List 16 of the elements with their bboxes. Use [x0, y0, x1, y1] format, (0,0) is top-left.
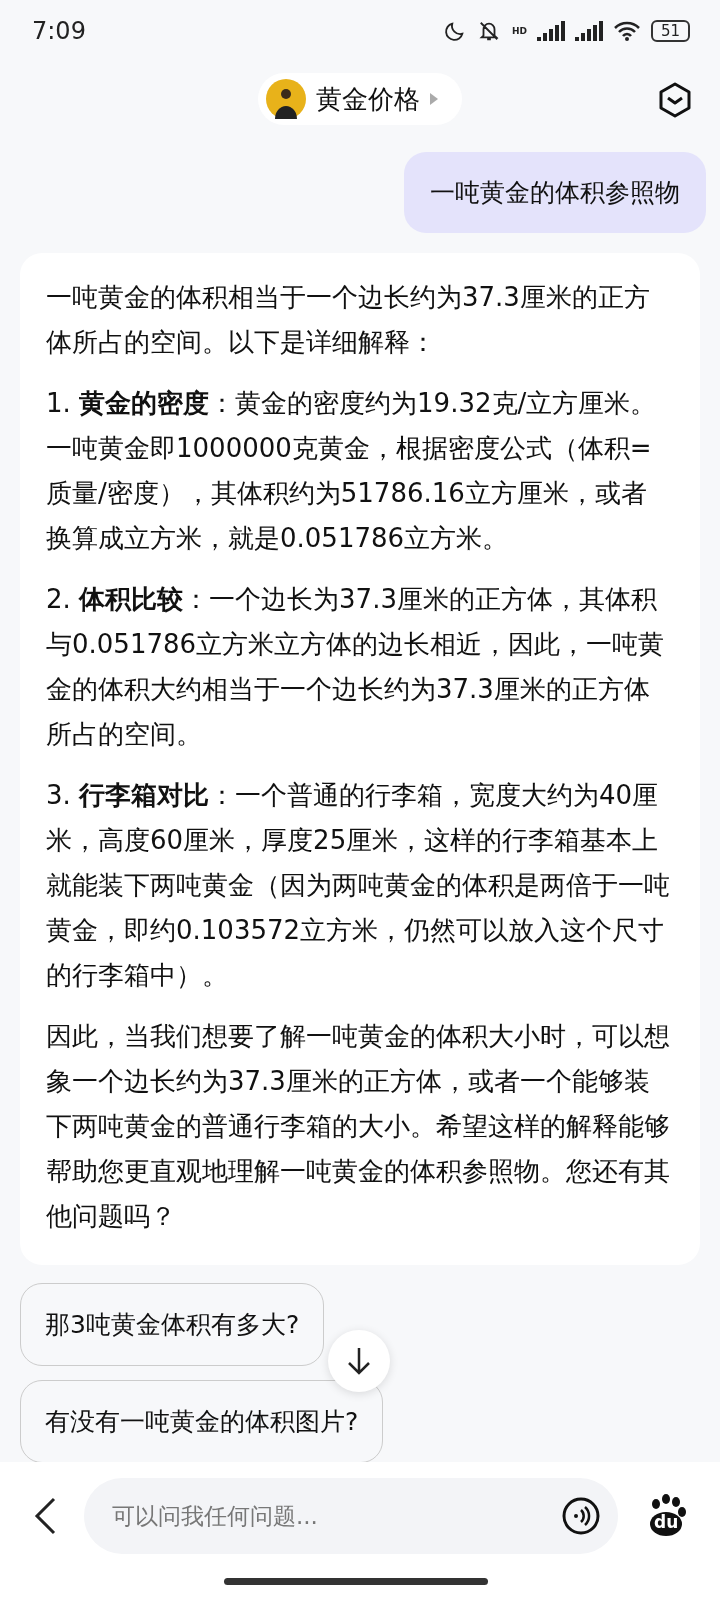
chat-title: 黄金价格: [316, 82, 420, 116]
suggestion-chip[interactable]: 有没有一吨黄金的体积图片?: [20, 1380, 384, 1463]
input-field[interactable]: 可以问我任何问题...: [84, 1478, 618, 1554]
battery-indicator: 51: [650, 20, 690, 42]
answer-paragraph: 1. 黄金的密度：黄金的密度约为19.32克/立方厘米。一吨黄金即1000000克黄金，根据密度公式（体积=质量/密度），其体积约为51786.16立方厘米，或者换算成立方米，就是0.051786立方米。: [46, 387, 658, 555]
answer-paragraph: 因此，当我们想要了解一吨黄金的体积大小时，可以想象一个边长约为37.3厘米的正方体，或者一个能够装下两吨黄金的普通行李箱的大小。希望这样的解释能够帮助您更直观地理解一吨黄金的体积参照物。您还有其他问题吗？: [46, 1020, 671, 1233]
answer-paragraph: 2. 体积比较：一个边长为37.3厘米的正方体，其体积与0.051786立方米立方体的边长相近，因此，一吨黄金的体积大约相当于一个边长约为37.3厘米的正方体所占的空间。: [46, 583, 666, 751]
suggestion-chip[interactable]: 那3吨黄金体积有多大?: [20, 1283, 325, 1366]
text-input[interactable]: 可以问我任何问题...: [110, 1502, 562, 1530]
paw-logo[interactable]: du: [646, 1494, 690, 1538]
user-message: 一吨黄金的体积参照物: [404, 152, 706, 233]
network-label: HD: [511, 26, 527, 36]
status-time: 7:09: [32, 17, 86, 45]
answer-paragraph: 3. 行李箱对比：一个普通的行李箱，宽度大约为40厘米，高度60厘米，厚度25厘米，这样的行李箱基本上就能装下两吨黄金（因为两吨黄金的体积是两倍于一吨黄金，即约0.103572立方米，仍然可以放入这个尺寸的行李箱中）。: [46, 779, 671, 992]
title-pill[interactable]: 黄金价格: [258, 73, 462, 125]
answer-paragraph: 一吨黄金的体积相当于一个边长约为37.3厘米的正方体所占的空间。以下是详细解释：: [46, 281, 651, 359]
